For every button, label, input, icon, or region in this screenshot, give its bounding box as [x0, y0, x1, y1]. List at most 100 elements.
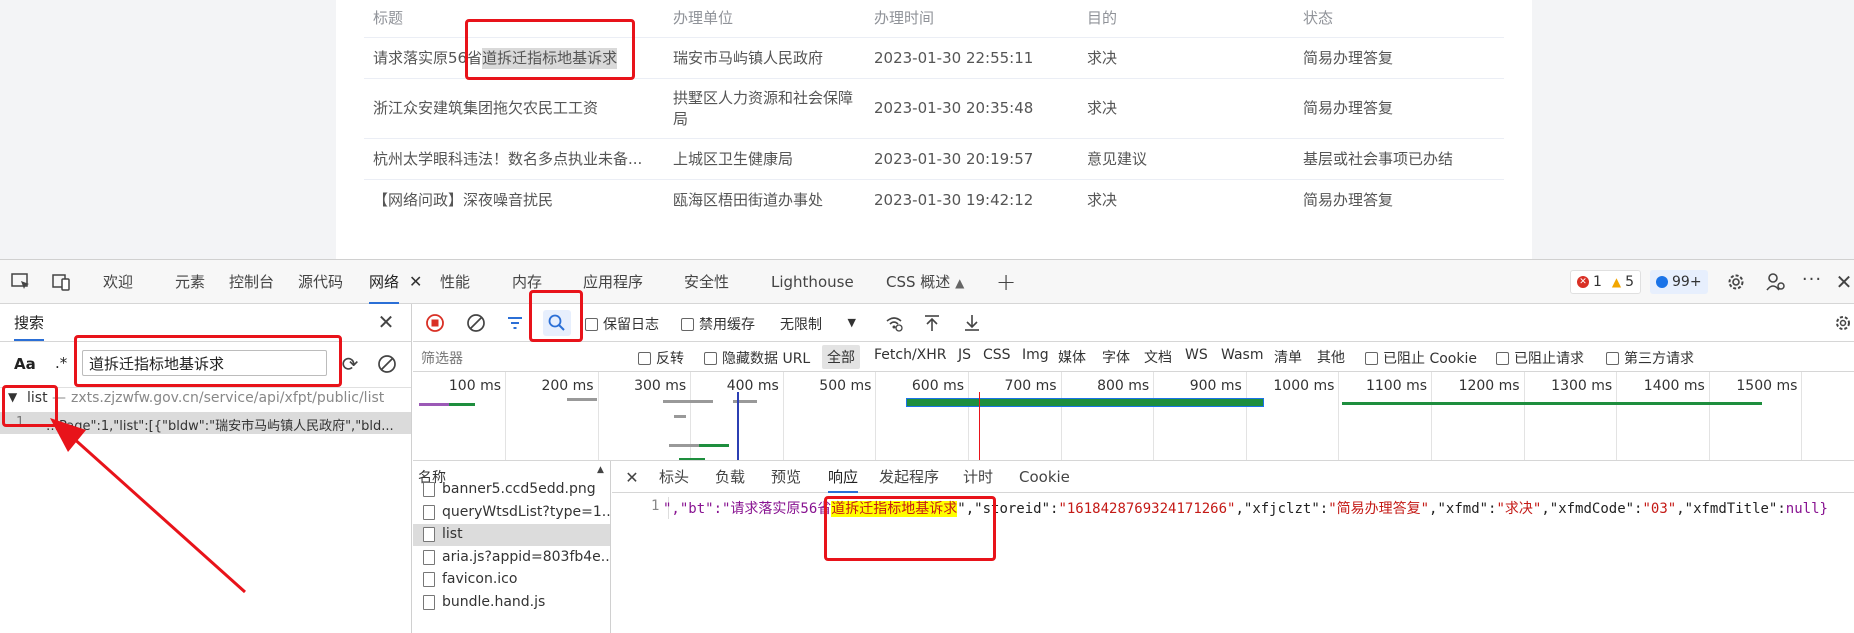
tab-network[interactable]: 网络	[369, 260, 400, 304]
tab-css-overview[interactable]: CSS 概述 ▲	[886, 260, 964, 304]
search-icon[interactable]	[543, 310, 571, 336]
filter-type-all[interactable]: 全部	[822, 345, 860, 369]
row-unit: 上城区卫生健康局	[673, 149, 794, 168]
close-detail-icon[interactable]: ✕	[622, 467, 642, 487]
request-name: aria.js?appid=803fb4e...	[442, 548, 610, 565]
blocked-requests-checkbox[interactable]: 已阻止请求	[1496, 348, 1584, 368]
search-pane-title[interactable]: 搜索	[14, 312, 45, 341]
response-key-xfmd: ,"xfmd":	[1429, 501, 1497, 517]
preserve-log-label: 保留日志	[603, 317, 659, 333]
row-status: 简易办理答复	[1303, 190, 1394, 209]
network-timeline-overview[interactable]: 100 ms 200 ms 300 ms 400 ms 500 ms 600 ms 700 …	[413, 372, 1854, 461]
close-search-icon[interactable]: ✕	[375, 310, 397, 334]
tab-elements[interactable]: 元素	[175, 260, 205, 304]
tab-response[interactable]: 响应	[828, 461, 859, 493]
table-header-row: 标题 办理单位 办理时间 目的 状态	[364, 0, 1504, 38]
inspect-element-icon[interactable]	[10, 271, 32, 293]
filter-input[interactable]: 筛选器	[421, 348, 621, 368]
filter-type-css[interactable]: CSS	[983, 347, 1011, 363]
devtools-panel: 欢迎 元素 控制台 源代码 网络 ✕ 性能 内存 应用程序 安全性 Lighth…	[0, 259, 1854, 633]
filter-type-font[interactable]: 字体	[1102, 347, 1130, 367]
filter-type-manifest[interactable]: 清单	[1274, 347, 1302, 367]
tab-cookie[interactable]: Cookie	[1019, 461, 1070, 493]
response-key-xfmdtitle: ,"xfmdTitle":	[1676, 501, 1786, 517]
issues-badge[interactable]: 99+	[1650, 270, 1708, 294]
more-options-icon[interactable]: ···	[1801, 268, 1823, 290]
regex-button[interactable]: .*	[55, 354, 67, 372]
tab-memory[interactable]: 内存	[512, 260, 542, 304]
row-title[interactable]: 杭州太学眼科违法！数名多点执业未备...	[373, 139, 663, 179]
gear-icon[interactable]	[1725, 271, 1747, 293]
tab-headers[interactable]: 标头	[659, 461, 689, 493]
request-name: banner5.ccd5edd.png	[442, 481, 596, 497]
device-emulation-icon[interactable]	[51, 271, 73, 293]
tab-security[interactable]: 安全性	[684, 260, 729, 304]
request-name-column: 名称 ▲ banner5.ccd5edd.png queryWtsdList?ty…	[413, 461, 611, 633]
download-icon[interactable]	[961, 312, 983, 334]
table-row[interactable]: 【网络问政】深夜噪音扰民 瓯海区梧田街道办事处 2023-01-30 19:42…	[364, 180, 1504, 220]
filter-type-media[interactable]: 媒体	[1058, 347, 1086, 367]
refresh-icon[interactable]: ⟳	[339, 352, 361, 376]
tab-console[interactable]: 控制台	[229, 260, 274, 304]
filter-type-wasm[interactable]: Wasm	[1221, 347, 1263, 363]
expand-triangle-icon[interactable]: ▼	[8, 390, 17, 404]
row-title[interactable]: 浙江众安建筑集团拖欠农民工工资	[373, 79, 663, 138]
clear-log-icon[interactable]	[465, 312, 487, 334]
filter-type-ws[interactable]: WS	[1185, 347, 1208, 363]
search-input[interactable]	[82, 350, 327, 376]
table-row[interactable]: 浙江众安建筑集团拖欠农民工工资 拱墅区人力资源和社会保障局 2023-01-30…	[364, 79, 1504, 139]
customize-icon[interactable]	[1765, 271, 1787, 293]
filter-type-other[interactable]: 其他	[1317, 347, 1345, 367]
request-row[interactable]: list	[413, 524, 610, 546]
tab-payload[interactable]: 负载	[715, 461, 745, 493]
row-purpose: 求决	[1087, 190, 1118, 209]
row-title[interactable]: 【网络问政】深夜噪音扰民	[373, 180, 663, 220]
table-row[interactable]: 杭州太学眼科违法！数名多点执业未备... 上城区卫生健康局 2023-01-30…	[364, 139, 1504, 180]
tab-preview[interactable]: 预览	[771, 461, 801, 493]
throttle-select[interactable]: 无限制 ▼	[780, 314, 856, 334]
error-warning-badge[interactable]: ✕ 1 ▲ 5	[1570, 270, 1642, 294]
hide-data-urls-label: 隐藏数据 URL	[722, 351, 811, 367]
add-tab-icon[interactable]: +	[994, 268, 1018, 296]
tab-application[interactable]: 应用程序	[583, 260, 643, 304]
request-row[interactable]: aria.js?appid=803fb4e...	[413, 547, 610, 569]
hide-data-urls-checkbox[interactable]: 隐藏数据 URL	[704, 348, 810, 368]
filter-type-js[interactable]: JS	[958, 347, 971, 363]
close-tab-icon[interactable]: ✕	[409, 260, 422, 304]
blocked-cookies-checkbox[interactable]: 已阻止 Cookie	[1365, 348, 1477, 368]
close-devtools-icon[interactable]: ✕	[1834, 270, 1854, 294]
throttle-value: 无限制	[780, 317, 822, 333]
request-row[interactable]: favicon.ico	[413, 569, 610, 591]
table-row[interactable]: 请求落实原56省 道拆迁指标地基诉求 瑞安市马屿镇人民政府 2023-01-30 …	[364, 38, 1504, 79]
tab-timing[interactable]: 计时	[963, 461, 993, 493]
preserve-log-checkbox[interactable]: 保留日志	[585, 314, 659, 334]
tab-lighthouse[interactable]: Lighthouse	[771, 260, 854, 304]
request-row[interactable]: queryWtsdList?type=1...	[413, 502, 610, 524]
filter-type-img[interactable]: Img	[1022, 347, 1049, 363]
checkbox-box	[1606, 352, 1619, 365]
response-code-line[interactable]: 1 ","bt":"请求落实原56省道拆迁指标地基诉求","storeid":"…	[612, 497, 1854, 519]
tab-sources[interactable]: 源代码	[298, 260, 343, 304]
tab-initiator[interactable]: 发起程序	[879, 461, 939, 493]
third-party-checkbox[interactable]: 第三方请求	[1606, 348, 1694, 368]
tab-welcome[interactable]: 欢迎	[103, 260, 133, 304]
record-icon[interactable]	[424, 312, 446, 334]
invert-checkbox[interactable]: 反转	[638, 348, 684, 368]
disable-cache-checkbox[interactable]: 禁用缓存	[681, 314, 755, 334]
row-title[interactable]: 请求落实原56省 道拆迁指标地基诉求	[373, 38, 663, 78]
filter-type-doc[interactable]: 文档	[1144, 347, 1172, 367]
clear-icon[interactable]	[376, 353, 398, 375]
network-conditions-icon[interactable]	[883, 312, 905, 334]
upload-icon[interactable]	[921, 312, 943, 334]
row-title-text: 请求落实原56省	[373, 48, 483, 67]
filter-type-fetch-xhr[interactable]: Fetch/XHR	[874, 347, 947, 363]
filter-icon[interactable]	[504, 312, 526, 334]
request-row[interactable]: bundle.hand.js	[413, 592, 610, 614]
response-key-xfjclzt: ,"xfjclzt":	[1235, 501, 1329, 517]
search-result-line[interactable]: 1 …Page":1,"list":[{"bldw":"瑞安市马屿镇人民政府",…	[0, 412, 411, 434]
request-row[interactable]: banner5.ccd5edd.png	[413, 479, 610, 501]
network-settings-gear-icon[interactable]	[1832, 312, 1854, 334]
tab-performance[interactable]: 性能	[440, 260, 470, 304]
search-result-file[interactable]: ▼ list — zxts.zjzwfw.gov.cn/service/api/…	[0, 388, 411, 412]
match-case-button[interactable]: Aa	[14, 355, 36, 373]
